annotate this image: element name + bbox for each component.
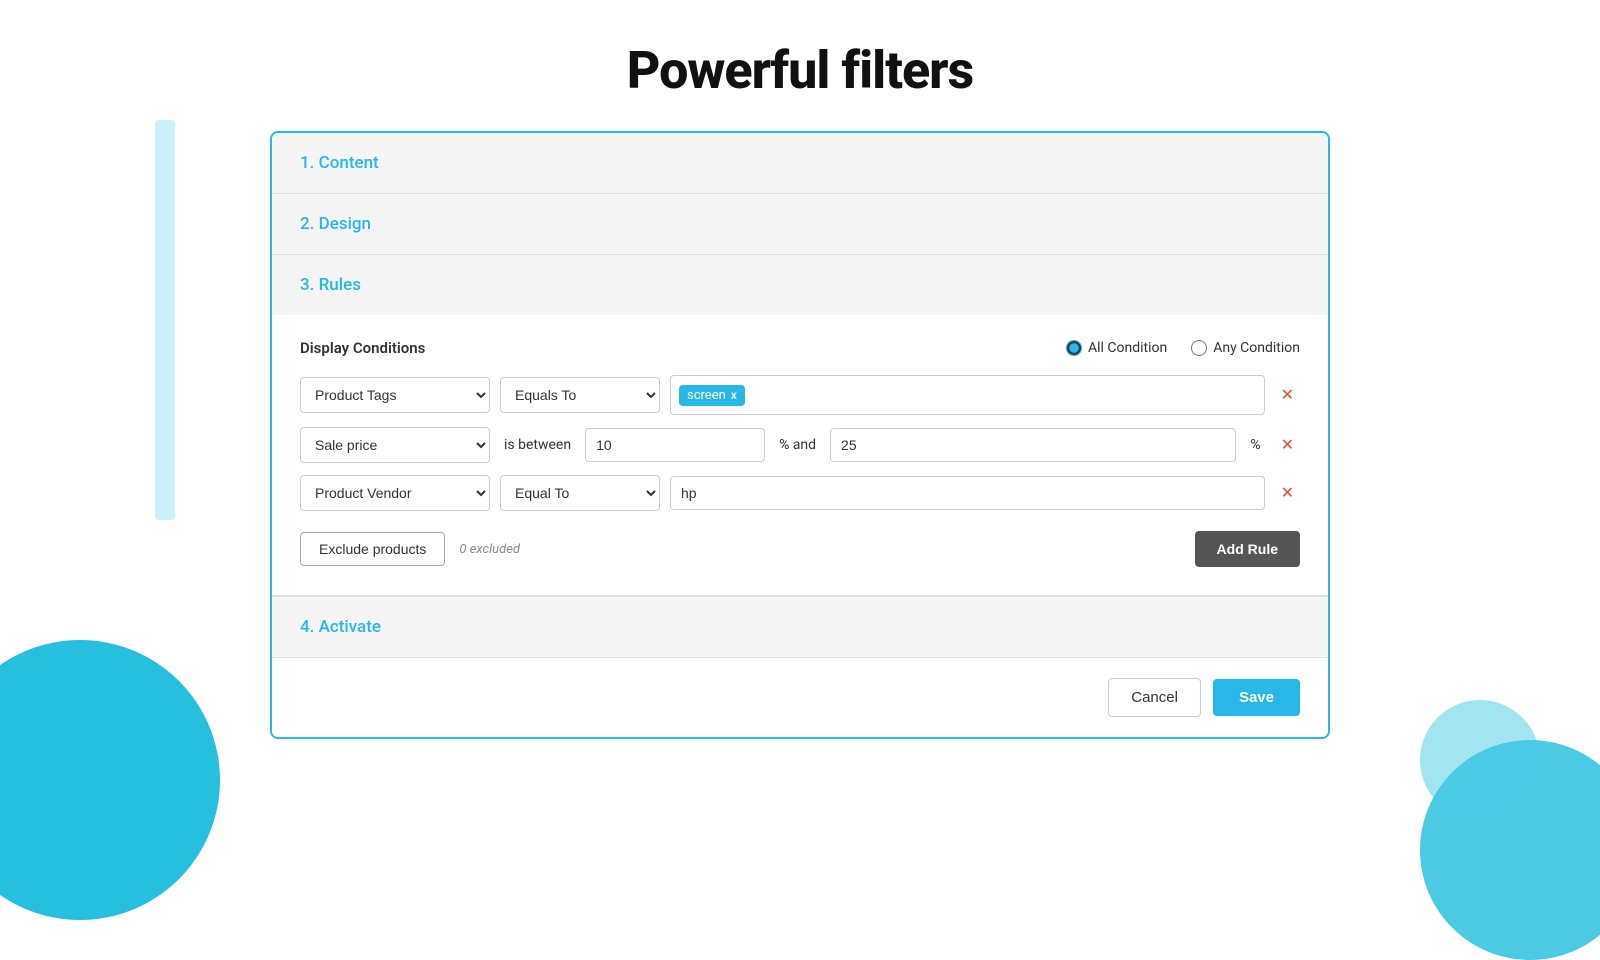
section-activate-label: 4. Activate bbox=[300, 617, 381, 637]
rules-header[interactable]: 3. Rules bbox=[272, 255, 1328, 315]
exclude-products-button[interactable]: Exclude products bbox=[300, 532, 445, 566]
all-condition-radio[interactable] bbox=[1066, 340, 1082, 356]
page-title: Powerful filters bbox=[627, 40, 974, 101]
footer-left: Exclude products 0 excluded bbox=[300, 532, 520, 566]
rule2-type-select[interactable]: Sale price Product Tags Product Vendor bbox=[300, 427, 490, 463]
rule3-delete-button[interactable] bbox=[1275, 479, 1300, 507]
save-button[interactable]: Save bbox=[1213, 679, 1300, 716]
all-condition-option[interactable]: All Condition bbox=[1066, 340, 1167, 356]
conditions-header: Display Conditions All Condition Any Con… bbox=[300, 339, 1300, 357]
condition-radio-group: All Condition Any Condition bbox=[1066, 340, 1300, 356]
footer-row: Exclude products 0 excluded Add Rule bbox=[300, 531, 1300, 567]
rule-row-2: Sale price Product Tags Product Vendor i… bbox=[300, 427, 1300, 463]
rule1-tag-input-area[interactable]: screen x bbox=[670, 375, 1265, 415]
rule1-tag-badge: screen x bbox=[679, 385, 745, 406]
rule2-percent-label: % bbox=[1246, 437, 1264, 453]
section-content[interactable]: 1. Content bbox=[272, 133, 1328, 194]
rule1-delete-button[interactable] bbox=[1275, 381, 1300, 409]
all-condition-label: All Condition bbox=[1088, 340, 1167, 356]
rules-body: Display Conditions All Condition Any Con… bbox=[272, 315, 1328, 595]
cancel-button[interactable]: Cancel bbox=[1108, 678, 1201, 717]
rule1-operator-select[interactable]: Equals To Not Equals To Contains bbox=[500, 377, 660, 413]
action-bar: Cancel Save bbox=[272, 657, 1328, 737]
any-condition-option[interactable]: Any Condition bbox=[1191, 340, 1300, 356]
rule2-value-to-input[interactable] bbox=[830, 428, 1236, 462]
rule2-percent-and-label: % and bbox=[775, 437, 820, 453]
section-activate[interactable]: 4. Activate bbox=[272, 596, 1328, 657]
rule-row-1: Product Tags Sale price Product Vendor E… bbox=[300, 375, 1300, 415]
section-rules-label: 3. Rules bbox=[300, 275, 361, 295]
rule1-tag-value: screen bbox=[687, 388, 726, 403]
rule3-delete-icon bbox=[1281, 483, 1294, 503]
add-rule-button[interactable]: Add Rule bbox=[1195, 531, 1300, 567]
rule2-value-from-input[interactable] bbox=[585, 428, 765, 462]
section-rules: 3. Rules Display Conditions All Conditio… bbox=[272, 255, 1328, 596]
any-condition-label: Any Condition bbox=[1213, 340, 1300, 356]
rule3-type-select[interactable]: Product Vendor Product Tags Sale price bbox=[300, 475, 490, 511]
rule1-delete-icon bbox=[1281, 385, 1294, 405]
excluded-count-label: 0 excluded bbox=[459, 542, 520, 557]
rule1-tag-remove[interactable]: x bbox=[731, 388, 737, 402]
rule2-delete-icon bbox=[1281, 435, 1294, 455]
section-design-label: 2. Design bbox=[300, 214, 371, 234]
rule2-delete-button[interactable] bbox=[1275, 431, 1300, 459]
display-conditions-label: Display Conditions bbox=[300, 339, 425, 357]
section-design[interactable]: 2. Design bbox=[272, 194, 1328, 255]
any-condition-radio[interactable] bbox=[1191, 340, 1207, 356]
section-content-label: 1. Content bbox=[300, 153, 379, 173]
rule1-type-select[interactable]: Product Tags Sale price Product Vendor bbox=[300, 377, 490, 413]
main-card: 1. Content 2. Design 3. Rules Display Co… bbox=[270, 131, 1330, 739]
rule2-is-between-label: is between bbox=[500, 437, 575, 453]
rule-row-3: Product Vendor Product Tags Sale price E… bbox=[300, 475, 1300, 511]
rule3-vendor-input[interactable] bbox=[670, 476, 1265, 510]
rule3-operator-select[interactable]: Equal To Not Equal To Contains bbox=[500, 475, 660, 511]
